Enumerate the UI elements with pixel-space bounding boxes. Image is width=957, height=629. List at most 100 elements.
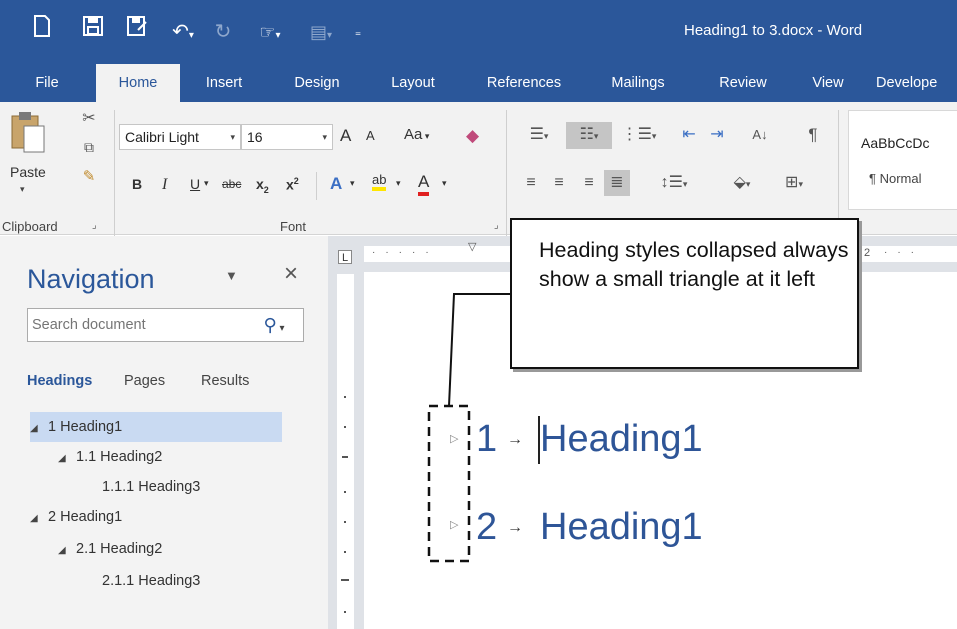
tab-file[interactable]: File: [18, 64, 76, 102]
borders-icon[interactable]: ⊞▾: [774, 170, 814, 197]
align-left-icon[interactable]: ≡: [520, 170, 542, 196]
line-spacing-icon[interactable]: ↕☰▾: [654, 170, 694, 197]
customize-icon[interactable]: ₌: [348, 12, 368, 52]
tab-mailings[interactable]: Mailings: [596, 64, 680, 102]
superscript-label: x: [286, 176, 294, 193]
copy-icon[interactable]: ⧉: [78, 134, 100, 160]
align-center-icon[interactable]: ≡: [548, 170, 570, 196]
text-effects-button[interactable]: A: [330, 174, 342, 194]
tab-selector-icon[interactable]: L: [338, 250, 352, 264]
paste-dropdown-icon[interactable]: ▾: [20, 184, 25, 195]
superscript-button[interactable]: x2: [286, 176, 299, 193]
align-right-icon[interactable]: ≡: [578, 170, 600, 196]
tab-headings[interactable]: Headings: [27, 373, 92, 389]
increase-indent-icon[interactable]: ⇥: [706, 122, 728, 148]
show-formatting-icon[interactable]: ¶: [802, 122, 824, 148]
chevron-down-icon[interactable]: ▾: [442, 178, 447, 189]
italic-button[interactable]: I: [162, 176, 167, 194]
ribbon-tabs: File Home Insert Design Layout Reference…: [0, 64, 957, 102]
tab-review[interactable]: Review: [706, 64, 780, 102]
cut-icon[interactable]: ✂: [78, 106, 100, 132]
chevron-down-icon[interactable]: ▾: [396, 178, 401, 189]
vertical-ruler-bar: [337, 274, 354, 629]
decrease-indent-icon[interactable]: ⇤: [678, 122, 700, 148]
numbering-icon[interactable]: ☷▾: [566, 122, 612, 149]
styles-gallery[interactable]: AaBbCcDc ¶ Normal: [848, 110, 957, 210]
tab-developer[interactable]: Develope: [876, 64, 957, 102]
new-document-icon[interactable]: [28, 12, 56, 52]
search-icon[interactable]: ⚲ ▾: [254, 312, 294, 338]
ruler-mark: [344, 396, 346, 398]
tab-results[interactable]: Results: [201, 373, 249, 389]
tab-insert[interactable]: Insert: [190, 64, 258, 102]
strikethrough-button[interactable]: abc: [222, 177, 241, 191]
subscript-button[interactable]: x2: [256, 176, 269, 195]
justify-icon[interactable]: ≣: [604, 170, 630, 196]
tab-references[interactable]: References: [474, 64, 574, 102]
style-normal[interactable]: ¶ Normal: [869, 171, 922, 186]
font-name-combo[interactable]: Calibri Light ▾: [119, 124, 241, 150]
nav-heading-item[interactable]: ◢ 2 Heading1: [30, 502, 122, 532]
chevron-down-icon[interactable]: ▼: [225, 268, 238, 283]
tab-pages[interactable]: Pages: [124, 373, 165, 389]
expanded-triangle-icon[interactable]: ◢: [58, 444, 76, 474]
paste-icon[interactable]: [8, 108, 48, 158]
expanded-triangle-icon[interactable]: ◢: [30, 414, 48, 444]
nav-heading-item[interactable]: 2.1.1 Heading3: [102, 566, 200, 596]
underline-button[interactable]: U: [190, 176, 200, 192]
tab-view[interactable]: View: [800, 64, 856, 102]
expanded-triangle-icon[interactable]: ◢: [58, 536, 76, 566]
sort-icon[interactable]: A↓: [748, 122, 772, 148]
ruler-mark: [344, 521, 346, 523]
indent-marker-icon[interactable]: ▽: [468, 240, 476, 253]
bullets-icon[interactable]: ☰▾: [520, 122, 558, 149]
format-painter-icon[interactable]: ✎: [78, 164, 100, 190]
print-preview-icon: ▤▾: [309, 22, 333, 42]
chevron-down-icon[interactable]: ▾: [204, 178, 209, 189]
clear-formatting-icon[interactable]: ◆: [466, 126, 479, 146]
undo-icon[interactable]: ↶▾: [160, 12, 206, 52]
navigation-tabs: Headings Pages Results: [27, 373, 317, 395]
tab-layout[interactable]: Layout: [376, 64, 450, 102]
shading-icon[interactable]: ⬙▾: [722, 170, 762, 197]
paste-button[interactable]: Paste: [10, 164, 46, 180]
nav-heading-item[interactable]: ◢ 1.1 Heading2: [58, 442, 162, 472]
bold-button[interactable]: B: [132, 176, 142, 192]
nav-heading-item[interactable]: ◢ 1 Heading1: [30, 412, 282, 442]
ruler-ticks: ·····: [372, 247, 439, 258]
tab-arrow-icon: →: [507, 519, 523, 536]
chevron-down-icon: ▾: [322, 132, 327, 142]
grow-font-button[interactable]: A: [340, 126, 351, 146]
ruler-number: 2: [864, 247, 871, 259]
expanded-triangle-icon[interactable]: ◢: [30, 504, 48, 534]
nav-heading-item[interactable]: 1.1.1 Heading3: [102, 472, 200, 502]
font-launcher-icon[interactable]: ⌟: [494, 220, 499, 231]
font-color-button[interactable]: A: [418, 172, 430, 196]
ruler-mark: [342, 456, 348, 458]
font-name-value: Calibri Light: [125, 129, 199, 145]
close-icon[interactable]: ×: [284, 260, 298, 288]
tab-home[interactable]: Home: [96, 64, 180, 102]
shrink-font-button[interactable]: A: [366, 128, 375, 143]
nav-heading-label: 2 Heading1: [48, 509, 123, 525]
tab-design[interactable]: Design: [280, 64, 354, 102]
chevron-down-icon[interactable]: ▾: [350, 178, 355, 189]
nav-heading-label: 1.1.1 Heading3: [102, 479, 201, 495]
redo-icon: ↻: [214, 21, 232, 43]
save-icon[interactable]: [78, 12, 108, 52]
font-size-combo[interactable]: 16 ▾: [241, 124, 333, 150]
search-input[interactable]: [32, 312, 232, 338]
heading-text[interactable]: Heading1: [540, 506, 703, 549]
change-case-button[interactable]: Aa ▾: [404, 126, 429, 143]
heading-text[interactable]: Heading1: [540, 418, 703, 461]
subscript-label: x: [256, 176, 264, 192]
clipboard-launcher-icon[interactable]: ⌟: [92, 220, 97, 231]
multilevel-list-icon[interactable]: ⋮☰▾: [618, 122, 660, 149]
save-as-icon[interactable]: [122, 12, 152, 52]
touch-mode-icon[interactable]: ☞▾: [244, 12, 296, 52]
ruler-ticks: ···: [884, 247, 924, 258]
collapse-triangle-icon[interactable]: ▷: [450, 518, 458, 531]
collapse-triangle-icon[interactable]: ▷: [450, 432, 458, 445]
nav-heading-item[interactable]: ◢ 2.1 Heading2: [58, 534, 162, 564]
highlight-button[interactable]: ab: [372, 172, 387, 191]
